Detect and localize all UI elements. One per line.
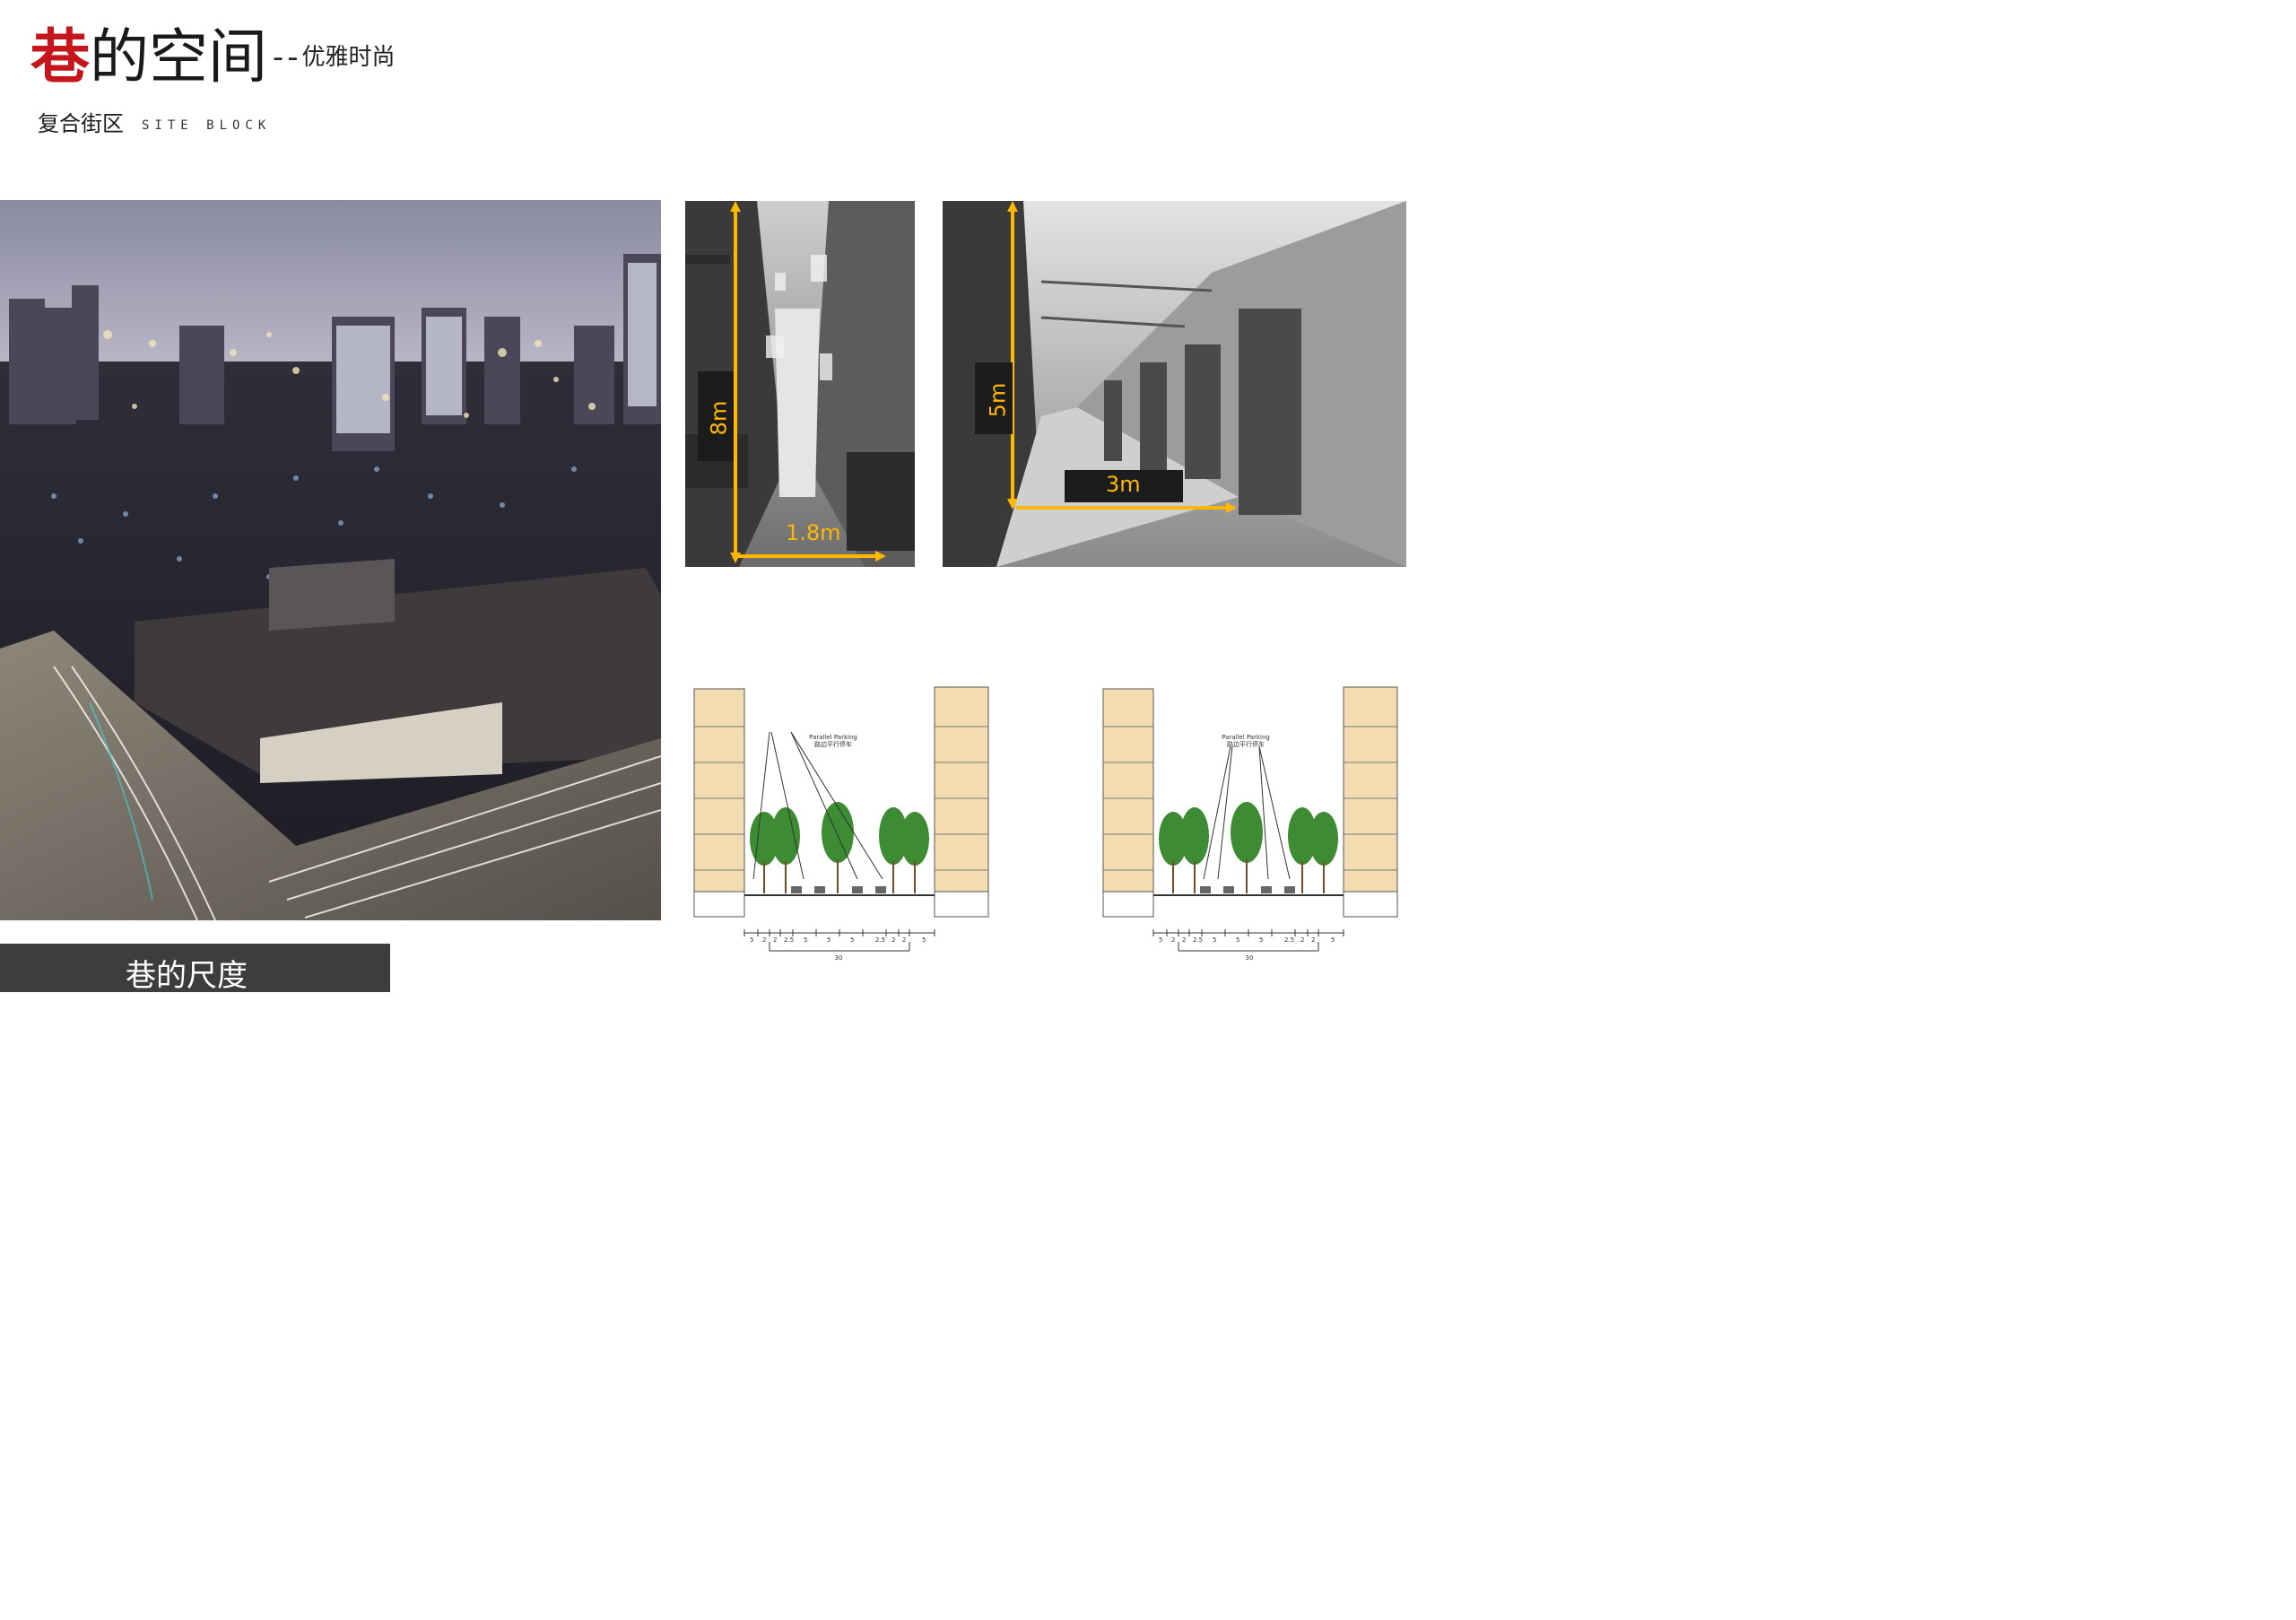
alley-photo-wide: 5m 3m [943,201,1406,567]
dim-8: 2 [891,936,896,944]
dim-4: 5 [804,936,808,944]
title-main: 的空间 [90,22,267,91]
dim-10: 5 [922,936,926,944]
title-separator: -- [273,39,302,75]
page-title: 巷的空间 --优雅时尚 [30,23,396,91]
annotation-cn: 路边平行停车 [814,741,852,748]
dimension-total: 30 [1245,954,1254,962]
dim-8: 2 [1300,936,1305,944]
dim-9: 2 [1311,936,1316,944]
caption-text: 巷的尺度 [126,958,248,994]
section-annotation: Parallel Parking 路边平行停车 [805,734,861,748]
title-highlight: 巷 [30,22,90,91]
dim-4: 5 [1213,936,1217,944]
height-label: 8m [706,400,732,436]
dim-9: 2 [902,936,907,944]
dim-10: 5 [1331,936,1335,944]
annotation-en: Parallel Parking [1222,734,1270,741]
dim-3: 2.5 [1193,936,1204,944]
street-section-drawing: Parallel Parking 路边平行停车 5 2 2 2.5 5 5 5 … [1101,682,1406,978]
dim-6: 5 [1259,936,1264,944]
dim-5: 5 [827,936,831,944]
subtitle-cn: 复合街区 [38,111,124,136]
annotation-en: Parallel Parking [809,734,857,741]
dim-7: 2.5 [1284,936,1295,944]
width-label: 1.8m [786,520,841,545]
dim-0: 5 [750,936,754,944]
aerial-night-photo [0,200,661,920]
dim-5: 5 [1236,936,1240,944]
dim-2: 2 [1182,936,1187,944]
street-section-drawing: Parallel Parking 路边平行停车 5 2 2 2.5 5 5 5 … [691,682,1004,978]
dim-2: 2 [773,936,778,944]
alley-photo-narrow: 8m 1.8m [685,201,915,567]
section-annotation: Parallel Parking 路边平行停车 [1218,734,1274,748]
title-subtitle: 优雅时尚 [301,44,396,71]
dim-6: 5 [850,936,855,944]
width-label: 3m [1106,472,1141,497]
section-subtitle: 复合街区 SITE BLOCK [38,106,271,138]
subtitle-en: SITE BLOCK [142,118,272,133]
dim-7: 2.5 [875,936,886,944]
dim-1: 2 [1171,936,1176,944]
dim-3: 2.5 [784,936,795,944]
height-label: 5m [985,382,1011,418]
dimension-total: 30 [834,954,843,962]
annotation-cn: 路边平行停车 [1227,741,1265,748]
dim-1: 2 [762,936,767,944]
caption-bar: 巷的尺度 [0,944,390,994]
dim-0: 5 [1159,936,1163,944]
